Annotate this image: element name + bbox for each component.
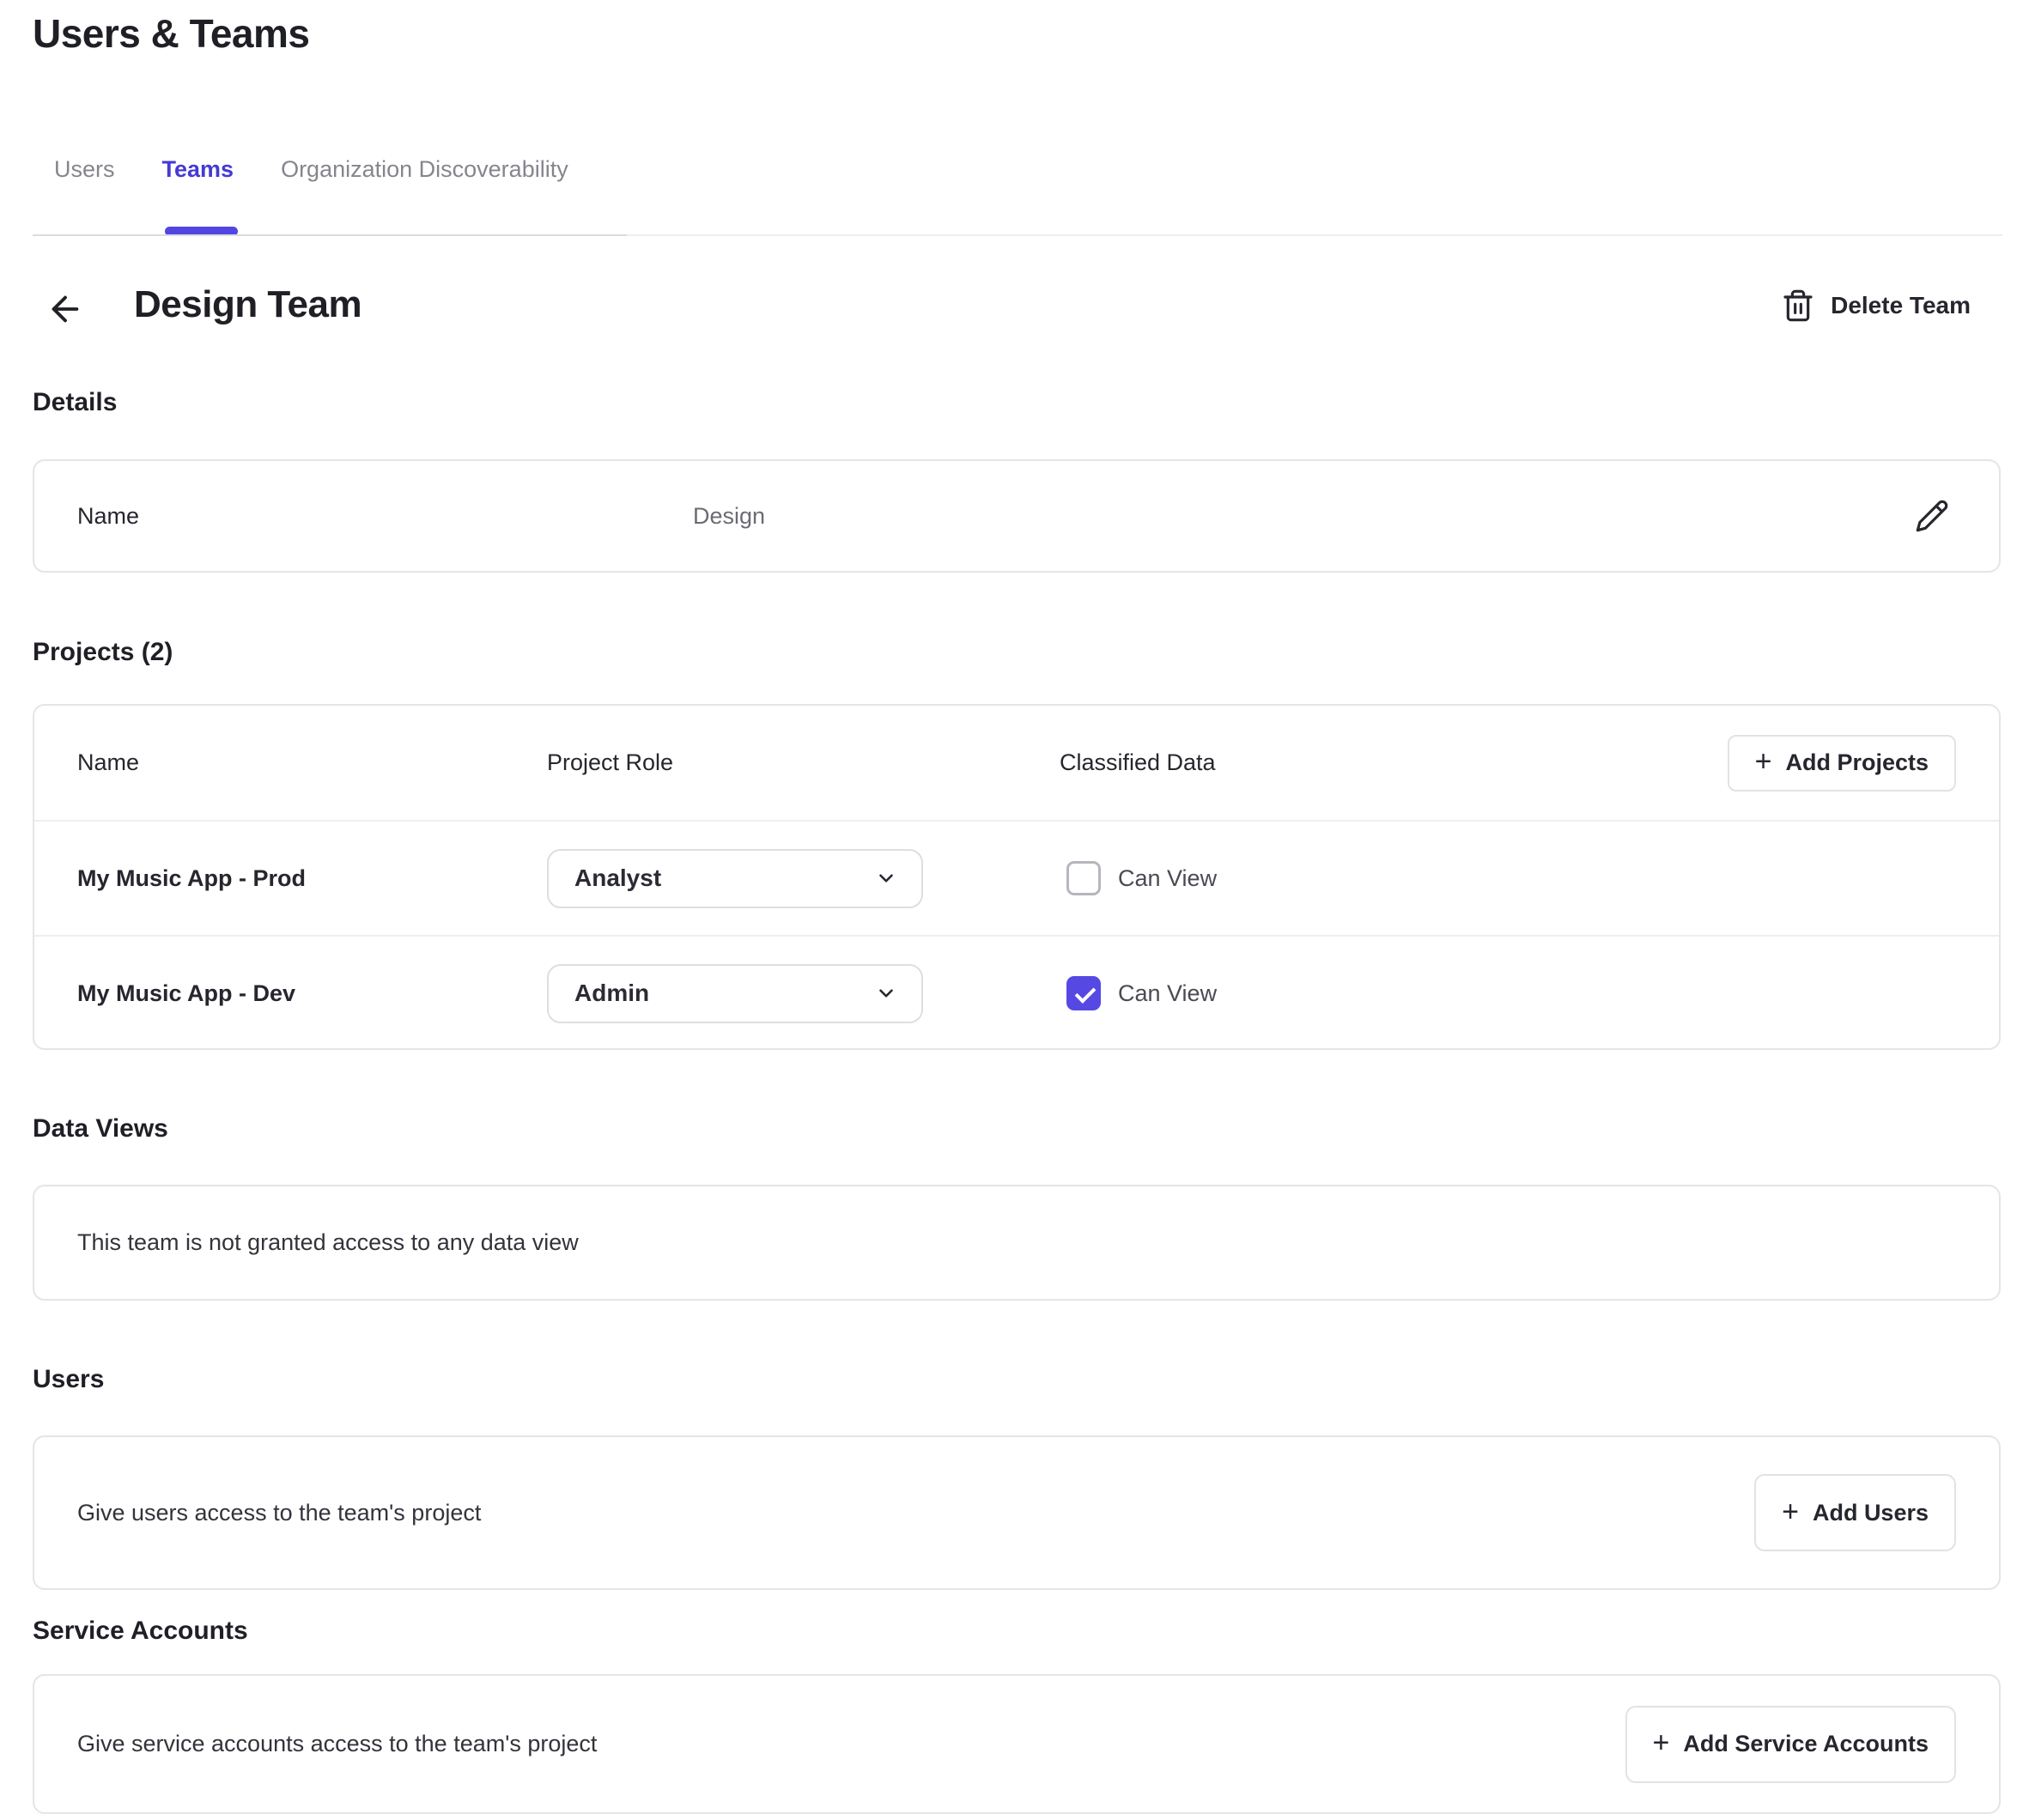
can-view-label: Can View [1118, 865, 1217, 892]
page-title: Users & Teams [33, 10, 310, 57]
chevron-down-icon [875, 867, 897, 889]
team-name-value: Design [693, 503, 1908, 530]
delete-team-label: Delete Team [1831, 292, 1971, 319]
project-role-value: Analyst [574, 864, 661, 892]
projects-heading: Projects (2) [33, 638, 173, 667]
plus-icon: + [1653, 1728, 1670, 1757]
add-users-label: Add Users [1813, 1500, 1929, 1526]
back-button[interactable] [43, 287, 88, 331]
can-view-checkbox[interactable] [1066, 976, 1101, 1010]
projects-table-header: Name Project Role Classified Data + Add … [34, 706, 1999, 820]
chevron-down-icon [875, 982, 897, 1004]
delete-team-button[interactable]: Delete Team [1781, 288, 1971, 323]
can-view-checkbox[interactable] [1066, 861, 1101, 895]
add-service-accounts-button[interactable]: + Add Service Accounts [1625, 1706, 1956, 1783]
trash-icon [1781, 288, 1815, 323]
project-role-select[interactable]: Analyst [547, 849, 923, 908]
service-accounts-card: Give service accounts access to the team… [33, 1674, 2001, 1814]
service-accounts-heading: Service Accounts [33, 1617, 248, 1646]
project-name: My Music App - Prod [77, 865, 547, 892]
project-role-value: Admin [574, 980, 649, 1007]
projects-table: Name Project Role Classified Data + Add … [33, 704, 2001, 1050]
add-service-accounts-label: Add Service Accounts [1683, 1731, 1929, 1757]
project-name: My Music App - Dev [77, 980, 547, 1007]
data-views-card: This team is not granted access to any d… [33, 1185, 2001, 1301]
table-row: My Music App - Prod Analyst Can View [34, 820, 1999, 935]
table-row: My Music App - Dev Admin Can View [34, 935, 1999, 1050]
can-view-label: Can View [1118, 980, 1217, 1007]
users-description: Give users access to the team's project [77, 1500, 1956, 1526]
users-card: Give users access to the team's project … [33, 1435, 2001, 1590]
column-header-name: Name [77, 749, 547, 776]
team-title: Design Team [134, 283, 361, 326]
column-header-project-role: Project Role [547, 749, 1060, 776]
team-name-label: Name [77, 503, 693, 530]
tabbar-divider [33, 234, 627, 236]
add-projects-button[interactable]: + Add Projects [1728, 735, 1956, 792]
tab-teams[interactable]: Teams [162, 156, 234, 183]
users-heading: Users [33, 1365, 104, 1394]
data-views-heading: Data Views [33, 1114, 168, 1144]
add-projects-label: Add Projects [1785, 749, 1929, 776]
tab-bar: Users Teams Organization Discoverability [54, 156, 568, 183]
plus-icon: + [1782, 1497, 1799, 1526]
details-heading: Details [33, 388, 117, 417]
data-views-empty-text: This team is not granted access to any d… [77, 1229, 579, 1256]
add-users-button[interactable]: + Add Users [1754, 1474, 1956, 1551]
plus-icon: + [1755, 747, 1772, 776]
pencil-icon [1915, 499, 1949, 533]
details-card: Name Design [33, 459, 2001, 573]
tab-organization-discoverability[interactable]: Organization Discoverability [281, 156, 568, 183]
tab-users[interactable]: Users [54, 156, 115, 183]
edit-name-button[interactable] [1908, 492, 1956, 540]
project-role-select[interactable]: Admin [547, 964, 923, 1023]
arrow-left-icon [46, 289, 85, 329]
